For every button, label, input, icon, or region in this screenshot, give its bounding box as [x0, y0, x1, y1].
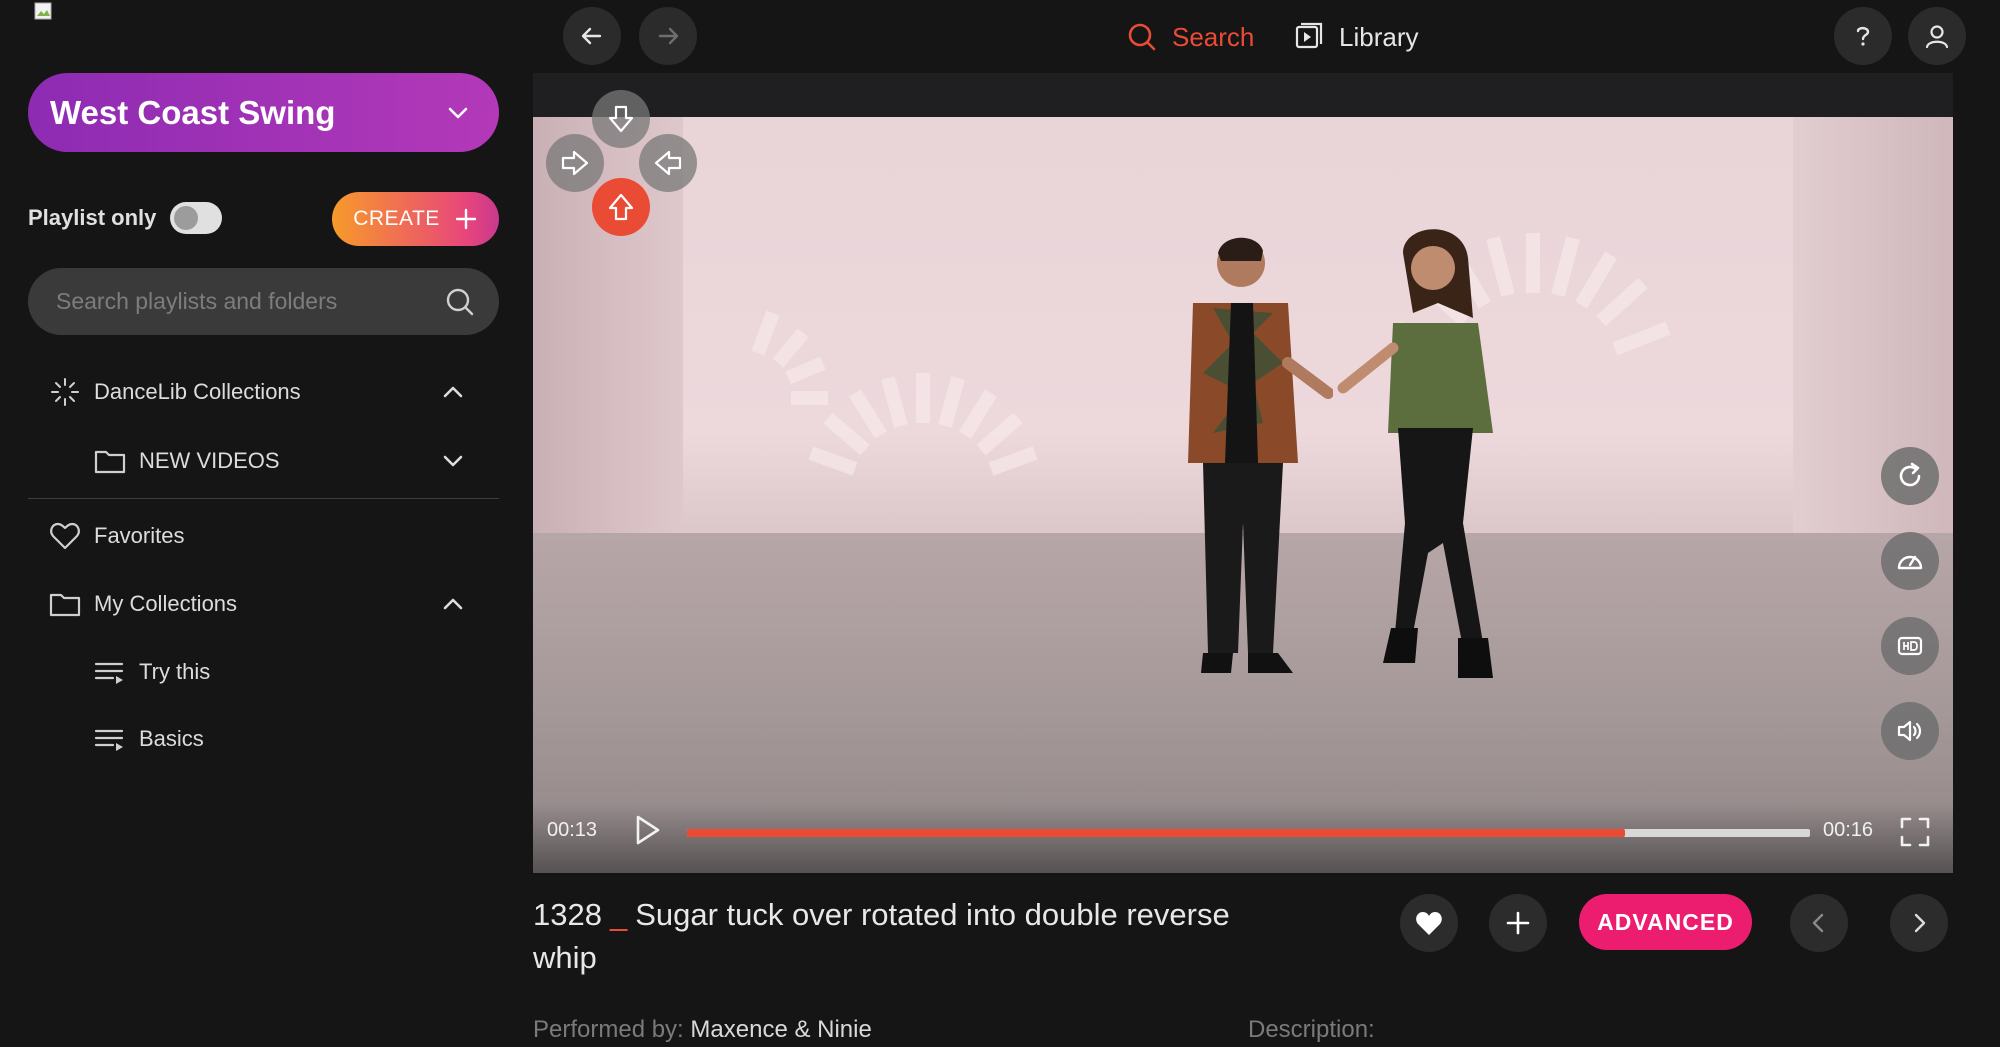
arrow-up-icon	[608, 193, 634, 221]
chevron-left-icon	[1812, 913, 1824, 933]
speed-icon	[1897, 555, 1923, 570]
library-link[interactable]: Library	[1293, 18, 1418, 56]
volume-icon	[1897, 720, 1922, 742]
performed-by-value: Maxence & Ninie	[690, 1016, 872, 1043]
description: Description:	[1248, 1016, 1375, 1044]
replay-button[interactable]	[1881, 447, 1939, 505]
arrow-left-icon	[654, 150, 682, 176]
fullscreen-icon[interactable]	[1899, 816, 1931, 848]
search-link[interactable]: Search	[1126, 18, 1254, 56]
replay-icon	[1899, 462, 1921, 487]
sidebar-item-label: My Collections	[94, 591, 238, 616]
sidebar-item-my-collections[interactable]: My Collections	[48, 587, 237, 621]
forward-button[interactable]	[639, 7, 697, 65]
toggle-knob	[174, 206, 199, 230]
progress-bar[interactable]	[687, 829, 1810, 837]
plus-icon	[455, 208, 477, 230]
folder-icon	[48, 587, 82, 621]
description-label: Description:	[1248, 1016, 1375, 1043]
progress-fill	[687, 829, 1625, 837]
move-right-button[interactable]	[546, 134, 604, 192]
arrow-down-icon	[608, 105, 634, 133]
playlist-icon	[93, 722, 127, 756]
sidebar-item-label: Favorites	[94, 523, 185, 548]
previous-video-button[interactable]	[1790, 894, 1848, 952]
user-icon	[1925, 25, 1949, 49]
question-icon	[1856, 26, 1870, 46]
plus-icon	[1506, 911, 1530, 935]
move-up-button[interactable]	[592, 178, 650, 236]
volume-button[interactable]	[1881, 702, 1939, 760]
create-button-label: CREATE	[353, 207, 440, 230]
hd-icon	[1897, 636, 1923, 656]
sidebar-item-basics[interactable]: Basics	[93, 722, 204, 756]
heart-icon	[1416, 912, 1442, 935]
title-separator: _	[609, 897, 628, 932]
sidebar-item-label: Try this	[139, 659, 211, 684]
sidebar-item-label: DanceLib Collections	[94, 379, 301, 404]
speed-button[interactable]	[1881, 532, 1939, 590]
account-button[interactable]	[1908, 7, 1966, 65]
hd-button[interactable]	[1881, 617, 1939, 675]
dancer-man-figure	[1188, 237, 1333, 673]
chevron-down-icon	[448, 107, 468, 118]
back-button[interactable]	[563, 7, 621, 65]
create-button[interactable]: CREATE	[332, 192, 499, 246]
move-left-button[interactable]	[639, 134, 697, 192]
sparkle-icon	[48, 375, 82, 409]
search-link-label: Search	[1172, 21, 1255, 52]
arrow-right-icon	[658, 27, 679, 45]
video-player[interactable]: 00:13 00:16	[533, 73, 1953, 873]
favorite-button[interactable]	[1400, 894, 1458, 952]
library-link-label: Library	[1339, 21, 1419, 52]
level-badge[interactable]: ADVANCED	[1579, 894, 1752, 950]
move-down-button[interactable]	[592, 90, 650, 148]
player-controls-bar	[533, 803, 1953, 873]
dance-style-dropdown[interactable]: West Coast Swing	[28, 73, 499, 152]
sidebar-item-label: NEW VIDEOS	[139, 448, 280, 473]
play-icon[interactable]	[632, 814, 662, 846]
sidebar-item-dancelib-collections[interactable]: DanceLib Collections	[48, 375, 301, 409]
heart-icon	[48, 519, 82, 553]
arrow-left-icon	[581, 27, 602, 45]
chevron-right-icon	[1914, 913, 1926, 933]
search-icon[interactable]	[443, 285, 477, 319]
dancer-woman-figure	[1337, 229, 1493, 678]
playlist-search-input[interactable]	[56, 288, 436, 315]
playlist-only-label: Playlist only	[28, 205, 157, 230]
sidebar-item-try-this[interactable]: Try this	[93, 655, 210, 689]
performed-by: Performed by: Maxence & Ninie	[533, 1016, 872, 1044]
sidebar-item-new-videos[interactable]: NEW VIDEOS	[93, 444, 280, 478]
duration-time: 00:16	[1823, 819, 1874, 841]
video-title: 1328 _ Sugar tuck over rotated into double…	[533, 893, 1233, 979]
playlist-only-toggle[interactable]	[170, 202, 223, 234]
performed-by-label: Performed by:	[533, 1016, 684, 1043]
chevron-up-icon[interactable]	[440, 379, 466, 405]
video-title-text: Sugar tuck over rotated into double reve…	[533, 897, 1230, 975]
video-ceiling	[533, 73, 1953, 117]
help-button[interactable]	[1834, 7, 1892, 65]
current-time: 00:13	[547, 819, 598, 841]
dance-style-label: West Coast Swing	[50, 93, 336, 131]
video-number: 1328	[533, 897, 602, 932]
sidebar-item-favorites[interactable]: Favorites	[48, 519, 184, 553]
sidebar-item-label: Basics	[139, 726, 204, 751]
chevron-up-icon[interactable]	[440, 591, 466, 617]
arrow-right-icon	[561, 150, 589, 176]
sidebar-divider	[28, 498, 499, 499]
chevron-down-icon[interactable]	[440, 448, 466, 474]
playlist-icon	[93, 655, 127, 689]
playlist-search-box	[28, 268, 499, 335]
broken-image-icon	[34, 2, 52, 20]
folder-icon	[93, 444, 127, 478]
add-to-playlist-button[interactable]	[1489, 894, 1547, 952]
playlist-only-row: Playlist only	[28, 202, 223, 234]
next-video-button[interactable]	[1890, 894, 1948, 952]
library-icon	[1295, 22, 1323, 49]
search-icon	[1128, 23, 1156, 51]
